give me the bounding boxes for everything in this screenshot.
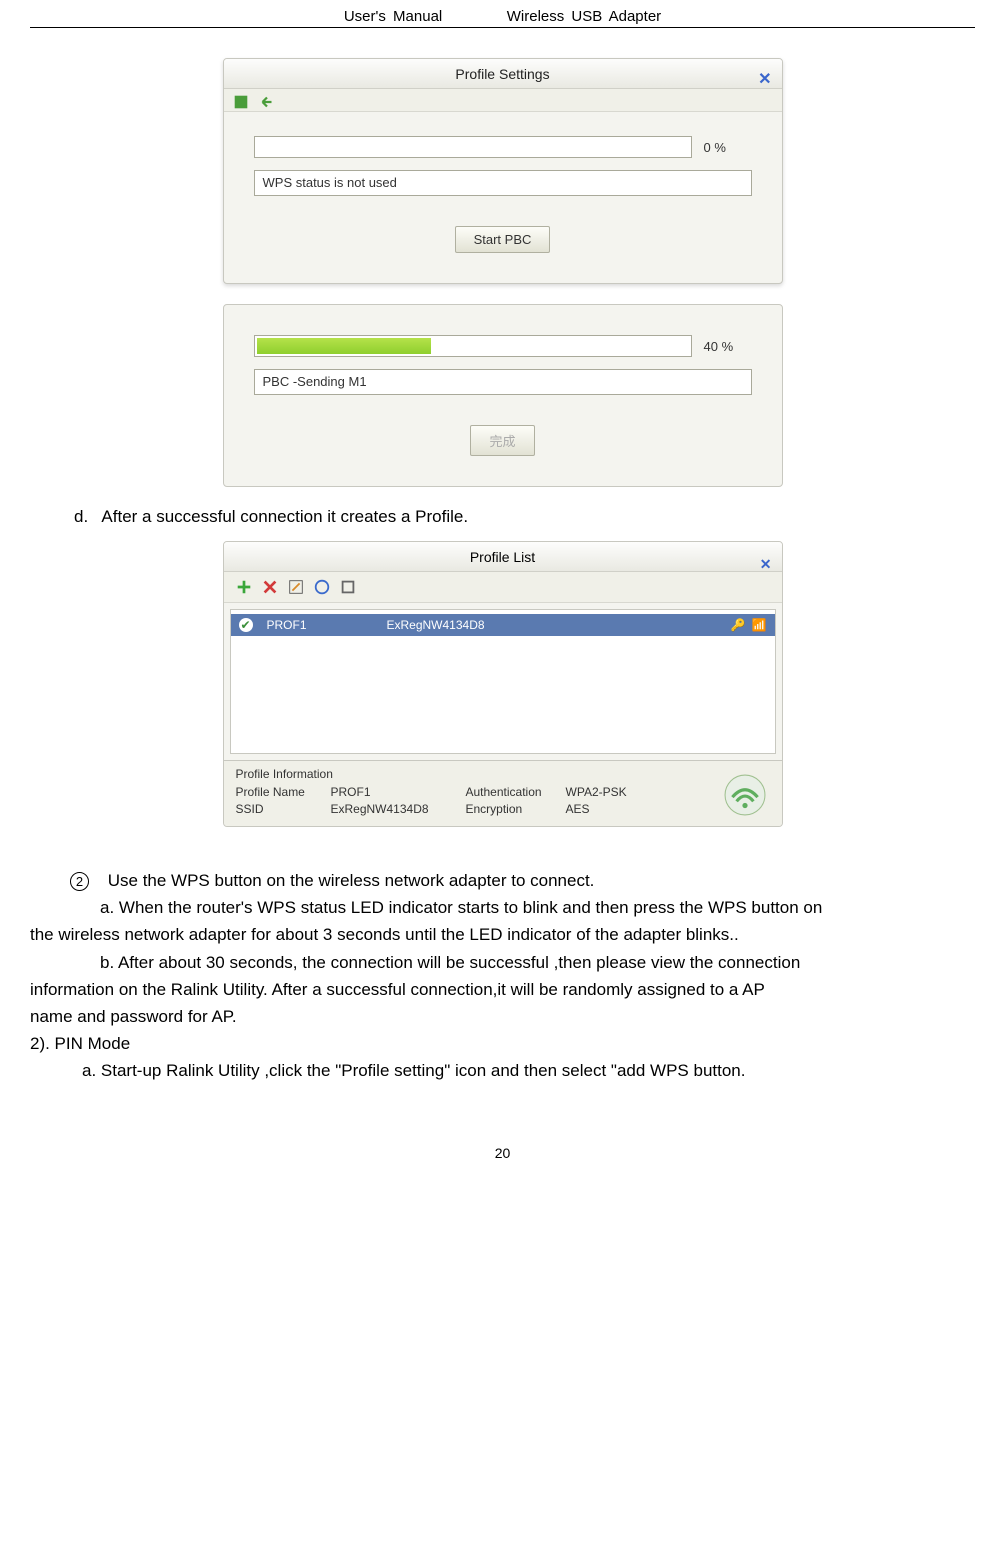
wps-status-field: WPS status is not used	[254, 170, 752, 196]
label-auth: Authentication	[466, 785, 566, 799]
step-d-bold: Profile	[415, 507, 463, 526]
step2b-line2: information on the Ralink Utility. After…	[30, 976, 975, 1003]
profile-info-legend: Profile Information	[236, 767, 770, 781]
key-icon: 🔑	[731, 618, 746, 632]
delete-profile-icon[interactable]	[260, 577, 280, 597]
profile-row-ssid: ExRegNW4134D8	[387, 618, 731, 632]
close-icon[interactable]: ✕	[758, 65, 771, 95]
value-ssid: ExRegNW4134D8	[331, 802, 466, 816]
pin-mode-a: a. Start-up Ralink Utility ,click the "P…	[30, 1057, 975, 1084]
step2-intro: Use the WPS button on the wireless netwo…	[108, 871, 595, 890]
value-profile-name: PROF1	[331, 785, 466, 799]
header-right: Wireless USB Adapter	[507, 8, 661, 25]
profile-list-title-text: Profile List	[470, 549, 535, 565]
dialog-title: Profile Settings ✕	[224, 59, 782, 89]
progress-row: 40 %	[254, 335, 752, 357]
import-profile-icon[interactable]	[312, 577, 332, 597]
progress-bar	[254, 335, 692, 357]
progress-bar	[254, 136, 692, 158]
page-header: User's Manual Wireless USB Adapter	[30, 0, 975, 25]
progress-row: 0 %	[254, 136, 752, 158]
pin-mode-heading: 2). PIN Mode	[30, 1030, 975, 1057]
step2a-line1: a. When the router's WPS status LED indi…	[30, 894, 975, 921]
profile-settings-dialog: Profile Settings ✕ 0 % WPS status is not…	[223, 58, 783, 284]
finish-button[interactable]: 完成	[470, 425, 534, 456]
page-number: 20	[30, 1145, 975, 1161]
step-d-prefix: d.	[74, 507, 88, 526]
dialog-nav	[224, 89, 782, 112]
section-2: 2 Use the WPS button on the wireless net…	[30, 867, 975, 1085]
wifi-icon	[724, 774, 766, 816]
progress-panel: 40 % PBC -Sending M1 完成	[223, 304, 783, 487]
progress-percent: 0 %	[704, 140, 752, 155]
add-profile-icon[interactable]	[234, 577, 254, 597]
label-enc: Encryption	[466, 802, 566, 816]
header-rule	[30, 27, 975, 28]
step2a-line2: the wireless network adapter for about 3…	[30, 921, 975, 948]
step-number-2: 2	[70, 872, 89, 891]
step-d-body: After a successful connection it creates…	[101, 507, 415, 526]
label-ssid: SSID	[236, 802, 331, 816]
value-enc: AES	[566, 802, 646, 816]
stop-icon[interactable]	[232, 93, 250, 111]
export-profile-icon[interactable]	[338, 577, 358, 597]
header-left: User's Manual	[344, 8, 442, 25]
value-auth: WPA2-PSK	[566, 785, 646, 799]
pbc-status-field: PBC -Sending M1	[254, 369, 752, 395]
edit-profile-icon[interactable]	[286, 577, 306, 597]
progress-fill	[257, 338, 431, 354]
dialog-title-text: Profile Settings	[455, 66, 549, 82]
label-profile-name: Profile Name	[236, 785, 331, 799]
active-check-icon: ✔	[239, 618, 253, 632]
profile-list-window: Profile List ✕ ✔ PROF1 ExReg	[223, 541, 783, 827]
profile-row[interactable]: ✔ PROF1 ExRegNW4134D8 🔑 📶	[231, 614, 775, 636]
step-d-text: d. After a successful connection it crea…	[74, 507, 975, 527]
step-d-suffix: .	[463, 507, 468, 526]
start-pbc-button[interactable]: Start PBC	[455, 226, 551, 253]
profile-row-name: PROF1	[267, 618, 387, 632]
signal-icon: 📶	[752, 618, 767, 632]
back-arrow-icon[interactable]	[258, 93, 276, 111]
profile-information: Profile Information Profile Name PROF1 A…	[224, 760, 782, 826]
profile-list-area: ✔ PROF1 ExRegNW4134D8 🔑 📶	[230, 609, 776, 754]
profile-list-title: Profile List ✕	[224, 542, 782, 572]
step2b-line1: b. After about 30 seconds, the connectio…	[30, 949, 975, 976]
close-icon[interactable]: ✕	[760, 549, 772, 579]
progress-percent: 40 %	[704, 339, 752, 354]
profile-toolbar	[224, 572, 782, 603]
step2b-line3: name and password for AP.	[30, 1003, 975, 1030]
